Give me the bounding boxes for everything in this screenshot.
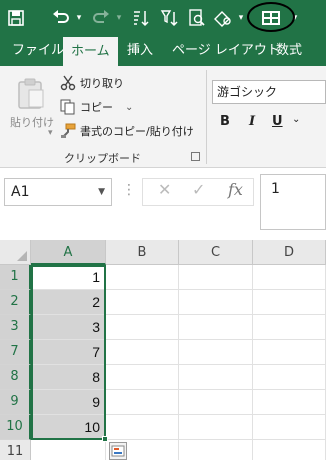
cell-a1[interactable]: 1 (31, 265, 106, 290)
cell[interactable] (253, 440, 326, 460)
row-header[interactable]: 2 (0, 290, 31, 315)
cell[interactable] (253, 340, 326, 365)
fill-handle[interactable] (102, 436, 108, 442)
quick-analysis-button[interactable] (109, 442, 127, 460)
ribbon-tabs: ファイル ホーム 挿入 ページ レイアウト 数式 (0, 36, 326, 66)
cell[interactable] (179, 340, 253, 365)
cell[interactable] (106, 390, 179, 415)
cell[interactable] (106, 365, 179, 390)
cell[interactable] (253, 265, 326, 290)
cell[interactable] (179, 290, 253, 315)
cell[interactable] (106, 315, 179, 340)
group-divider (206, 70, 207, 164)
sort-ascending-icon[interactable] (130, 8, 152, 28)
cell-a11[interactable] (31, 440, 106, 460)
column-header-b[interactable]: B (106, 240, 179, 265)
cancel-icon[interactable]: ✕ (158, 180, 171, 199)
column-header-a[interactable]: A (31, 240, 106, 265)
insert-function-icon[interactable]: fx (228, 180, 243, 199)
formula-bar-grip-icon[interactable]: ⋮ (122, 182, 136, 198)
cell[interactable] (179, 365, 253, 390)
italic-button[interactable]: I (249, 114, 255, 129)
tab-file[interactable]: ファイル (12, 36, 64, 66)
redo-dropdown-icon[interactable]: ▾ (114, 8, 124, 28)
cell[interactable] (179, 265, 253, 290)
cell[interactable] (179, 315, 253, 340)
format-painter-label: 書式のコピー/貼り付け (80, 125, 194, 138)
undo-icon[interactable] (50, 8, 72, 28)
cell[interactable] (253, 365, 326, 390)
formula-bar: A1 ▼ ⋮ ✕ ✓ fx 1 (0, 168, 326, 238)
underline-button[interactable]: U (272, 114, 283, 129)
touch-mode-icon[interactable] (212, 8, 234, 28)
cell[interactable] (179, 415, 253, 440)
name-box[interactable]: A1 ▼ (4, 178, 112, 206)
cut-button[interactable]: 切り取り (60, 72, 124, 94)
ribbon: 貼り付け ▾ 切り取り コピー ⌄ 書式のコピー/貼り付け クリップボード 游ゴ… (0, 66, 326, 168)
enter-icon[interactable]: ✓ (192, 180, 205, 199)
formula-input[interactable]: 1 (260, 174, 326, 230)
cell-a8[interactable]: 8 (31, 365, 106, 390)
cell[interactable] (106, 265, 179, 290)
row-header[interactable]: 1 (0, 265, 31, 290)
quick-analysis-icon (111, 445, 125, 457)
copy-button[interactable]: コピー ⌄ (60, 96, 133, 118)
cell[interactable] (179, 390, 253, 415)
row-header[interactable]: 11 (0, 440, 31, 460)
cell-a9[interactable]: 9 (31, 390, 106, 415)
cell[interactable] (253, 415, 326, 440)
cut-label: 切り取り (80, 77, 124, 90)
redo-icon[interactable] (90, 8, 112, 28)
cell-a10[interactable]: 10 (31, 415, 106, 440)
tab-page-layout[interactable]: ページ レイアウト (172, 36, 280, 66)
bold-button[interactable]: B (220, 114, 230, 129)
paste-button[interactable]: 貼り付け ▾ (6, 72, 54, 150)
format-painter-icon (60, 123, 76, 139)
customize-dropdown-icon[interactable]: ▾ (236, 8, 246, 28)
copy-label: コピー (80, 101, 113, 114)
tab-home[interactable]: ホーム (63, 37, 118, 66)
tab-formulas[interactable]: 数式 (276, 36, 302, 66)
font-name-box[interactable]: 游ゴシック (212, 80, 326, 104)
cell[interactable] (106, 340, 179, 365)
cell[interactable] (179, 440, 253, 460)
underline-dropdown-icon[interactable]: ⌄ (292, 114, 300, 125)
worksheet-grid: A B C D 1 1 2 2 3 3 7 7 8 8 9 9 10 10 11 (0, 240, 326, 460)
select-all-button[interactable] (0, 240, 31, 265)
cell-a2[interactable]: 2 (31, 290, 106, 315)
cell[interactable] (253, 290, 326, 315)
quick-access-toolbar: ▾ ▾ ▾ ▾ (0, 0, 326, 36)
cell[interactable] (106, 290, 179, 315)
paste-dropdown-icon[interactable]: ▾ (48, 128, 53, 138)
cell-a3[interactable]: 3 (31, 315, 106, 340)
row-header[interactable]: 8 (0, 365, 31, 390)
cell[interactable] (106, 415, 179, 440)
name-box-value: A1 (11, 184, 30, 200)
format-painter-button[interactable]: 書式のコピー/貼り付け (60, 120, 194, 142)
undo-dropdown-icon[interactable]: ▾ (74, 8, 84, 28)
print-preview-icon[interactable] (186, 8, 208, 28)
copy-icon (60, 99, 76, 115)
cell[interactable] (253, 390, 326, 415)
cell-a7[interactable]: 7 (31, 340, 106, 365)
cell[interactable] (253, 315, 326, 340)
annotation-circle (247, 2, 295, 32)
clipboard-launcher-icon[interactable] (191, 152, 200, 161)
row-header[interactable]: 10 (0, 415, 31, 440)
row-header[interactable]: 7 (0, 340, 31, 365)
row-header[interactable]: 3 (0, 315, 31, 340)
scissors-icon (60, 75, 76, 91)
name-box-dropdown-icon[interactable]: ▼ (98, 179, 105, 205)
clipboard-icon (18, 78, 44, 109)
tab-insert[interactable]: 挿入 (127, 36, 153, 66)
row-header[interactable]: 9 (0, 390, 31, 415)
column-header-c[interactable]: C (179, 240, 253, 265)
column-header-d[interactable]: D (253, 240, 326, 265)
filter-icon[interactable] (158, 8, 180, 28)
clipboard-group-label: クリップボード (64, 152, 141, 165)
copy-dropdown-icon[interactable]: ⌄ (125, 102, 133, 113)
save-icon[interactable] (6, 8, 26, 28)
